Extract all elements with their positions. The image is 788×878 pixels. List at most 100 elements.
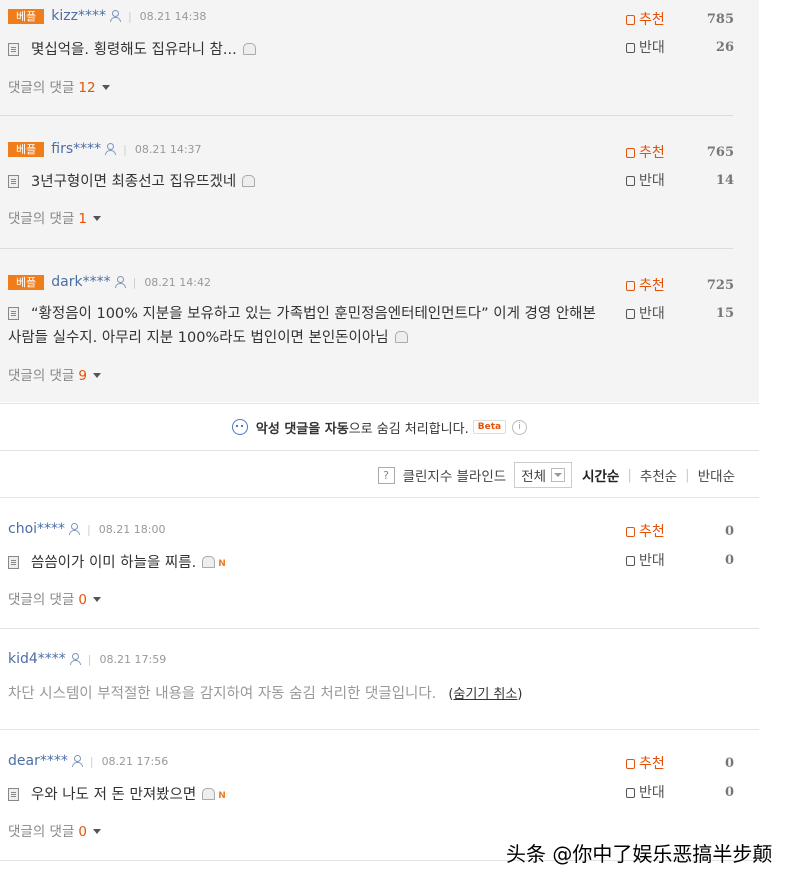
thumbs-up-icon xyxy=(626,148,635,158)
divider xyxy=(0,628,759,629)
filter-select[interactable]: 전체 xyxy=(514,462,573,488)
reply-toggle[interactable]: 댓글의 댓글 1 xyxy=(8,207,101,227)
comment-date: 08.21 14:37 xyxy=(134,142,202,156)
upvote-button[interactable]: 추천 725 xyxy=(626,276,734,294)
document-icon xyxy=(8,556,19,569)
comment-header: 베플 firs**** | 08.21 14:37 xyxy=(8,141,202,157)
comment-username[interactable]: dark**** xyxy=(51,274,110,290)
downvote-button[interactable]: 반대 26 xyxy=(626,38,734,56)
downvote-count: 0 xyxy=(724,784,734,800)
reply-toggle[interactable]: 댓글의 댓글 12 xyxy=(8,76,110,96)
comment-header: 베플 kizz**** | 08.21 14:38 xyxy=(8,8,206,24)
thumbs-down-icon xyxy=(626,556,635,566)
comment-date: 08.21 17:56 xyxy=(101,754,169,768)
upvote-count: 765 xyxy=(706,144,734,160)
downvote-count: 0 xyxy=(724,552,734,568)
notice-bold: 악성 댓글을 자동 xyxy=(255,421,349,437)
best-badge: 베플 xyxy=(8,274,45,290)
upvote-label: 추천 xyxy=(639,756,665,772)
upvote-button[interactable]: 추천 785 xyxy=(626,10,734,28)
comment-body: 씀씀이가 이미 하늘을 찌름. xyxy=(31,555,197,571)
unhide-link[interactable]: (숨기기 취소) xyxy=(448,687,522,702)
downvote-label: 반대 xyxy=(639,173,665,189)
caret-down-icon xyxy=(93,597,101,602)
reply-count: 1 xyxy=(78,211,87,227)
reply-count: 0 xyxy=(78,592,87,608)
caret-down-icon xyxy=(93,829,101,834)
downvote-count: 15 xyxy=(715,305,734,321)
report-icon[interactable] xyxy=(242,175,256,187)
comment-username[interactable]: kizz**** xyxy=(51,8,106,24)
best-badge: 베플 xyxy=(8,141,45,157)
divider: | xyxy=(87,522,91,536)
comment-header: kid4**** | 08.21 17:59 xyxy=(8,651,166,667)
thumbs-down-icon xyxy=(626,309,635,319)
auto-hide-notice: 악성 댓글을 자동 으로 숨김 처리합니다. Beta i xyxy=(0,403,759,451)
comment-body: 3년구형이면 최종선고 집유뜨겠네 xyxy=(31,174,237,190)
thumbs-down-icon xyxy=(626,788,635,798)
hidden-comment-notice: 차단 시스템이 부적절한 내용을 감지하여 자동 숨김 처리한 댓글입니다. (숨… xyxy=(8,682,522,703)
document-icon xyxy=(8,43,19,56)
comment-header: choi**** | 08.21 18:00 xyxy=(8,521,165,537)
comment-date: 08.21 14:38 xyxy=(139,9,207,23)
upvote-button[interactable]: 추천 765 xyxy=(626,143,734,161)
comment-header: dear**** | 08.21 17:56 xyxy=(8,753,168,769)
user-profile-icon xyxy=(69,653,81,665)
comment-body: 우와 나도 저 돈 만져봤으면 xyxy=(31,787,197,803)
comment-date: 08.21 17:59 xyxy=(99,652,167,666)
downvote-button[interactable]: 반대 0 xyxy=(626,783,734,801)
upvote-button[interactable]: 추천 0 xyxy=(626,522,734,540)
comment-date: 08.21 18:00 xyxy=(98,522,166,536)
report-icon[interactable] xyxy=(202,788,216,800)
report-icon[interactable] xyxy=(394,331,408,343)
reply-count: 9 xyxy=(78,368,87,384)
reply-count: 0 xyxy=(78,824,87,840)
upvote-button[interactable]: 추천 0 xyxy=(626,754,734,772)
reply-toggle[interactable]: 댓글의 댓글 0 xyxy=(8,820,101,840)
watermark: 头条 @你中了娱乐恶搞半步颠 xyxy=(506,842,773,866)
downvote-label: 반대 xyxy=(639,40,665,56)
reply-toggle[interactable]: 댓글의 댓글 9 xyxy=(8,364,101,384)
reply-label: 댓글의 댓글 xyxy=(8,80,75,96)
divider xyxy=(0,729,759,730)
divider xyxy=(0,248,733,249)
comment-username[interactable]: choi**** xyxy=(8,521,65,537)
info-icon[interactable]: i xyxy=(512,419,528,435)
thumbs-up-icon xyxy=(626,759,635,769)
unhide-label: 숨기기 취소 xyxy=(453,687,518,702)
downvote-button[interactable]: 반대 14 xyxy=(626,171,734,189)
reply-toggle[interactable]: 댓글의 댓글 0 xyxy=(8,588,101,608)
divider xyxy=(0,115,733,116)
caret-down-icon xyxy=(93,373,101,378)
best-badge: 베플 xyxy=(8,8,45,24)
report-icon[interactable] xyxy=(242,43,256,55)
comment-username[interactable]: firs**** xyxy=(51,141,101,157)
thumbs-down-icon xyxy=(626,43,635,53)
report-icon[interactable] xyxy=(202,556,216,568)
sort-bar: ? 클린지수 블라인드 전체 시간순 | 추천순 | 반대순 xyxy=(0,450,759,498)
document-icon xyxy=(8,307,19,320)
comment-text: “황정음이 100% 지분을 보유하고 있는 가족법인 훈민정음엔터테인먼트다”… xyxy=(8,302,613,350)
thumbs-up-icon xyxy=(626,15,635,25)
sort-oppose[interactable]: 반대순 xyxy=(698,465,735,485)
thumbs-down-icon xyxy=(626,176,635,186)
sort-time[interactable]: 시간순 xyxy=(582,465,619,485)
comment-username[interactable]: kid4**** xyxy=(8,651,66,667)
downvote-button[interactable]: 반대 0 xyxy=(626,551,734,569)
upvote-count: 725 xyxy=(706,277,734,293)
downvote-button[interactable]: 반대 15 xyxy=(626,304,734,322)
divider: | xyxy=(87,652,92,666)
notice-text: 으로 숨김 처리합니다. xyxy=(348,421,469,437)
caret-down-icon xyxy=(93,216,101,221)
sort-recommend[interactable]: 추천순 xyxy=(640,465,677,485)
divider: | xyxy=(89,754,94,768)
comment-body: “황정음이 100% 지분을 보유하고 있는 가족법인 훈민정음엔터테인먼트다”… xyxy=(8,306,596,346)
thumbs-up-icon xyxy=(626,527,635,537)
upvote-count: 785 xyxy=(706,11,734,27)
divider: | xyxy=(127,9,132,23)
help-icon[interactable]: ? xyxy=(377,466,395,484)
document-icon xyxy=(8,788,19,801)
comment-username[interactable]: dear**** xyxy=(8,753,68,769)
beta-badge: Beta xyxy=(472,420,507,434)
comment-date: 08.21 14:42 xyxy=(144,275,211,289)
